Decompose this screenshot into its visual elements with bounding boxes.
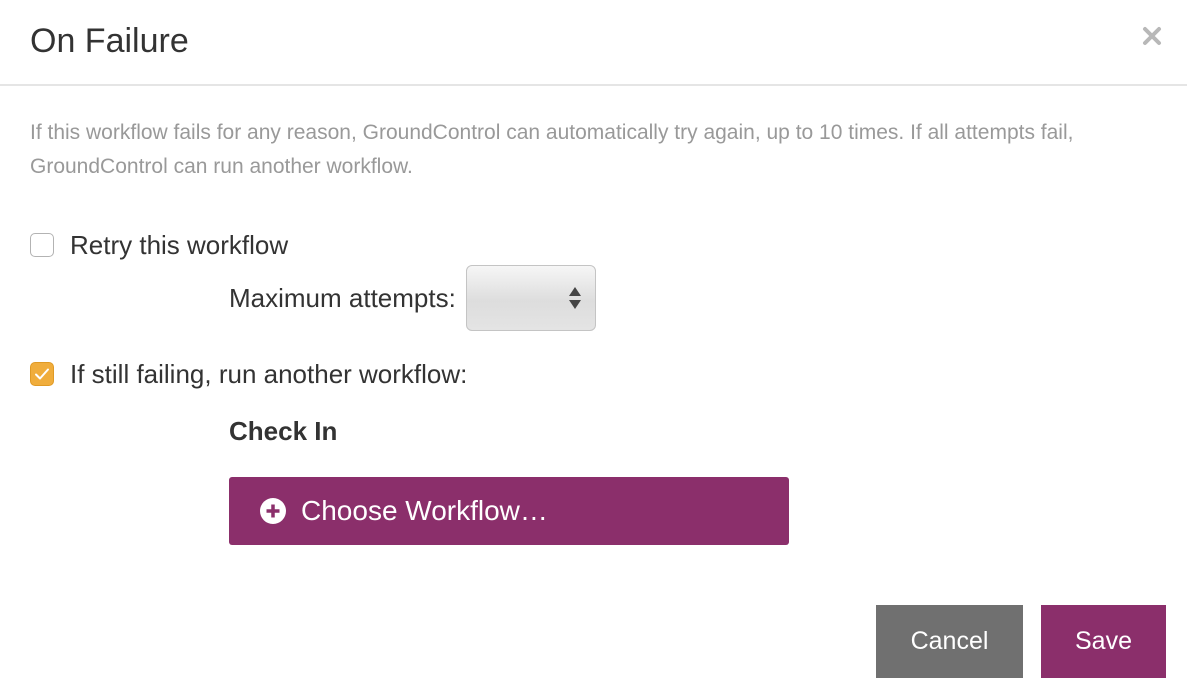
cancel-button[interactable]: Cancel	[876, 605, 1023, 678]
close-icon	[1143, 27, 1161, 45]
stepper-arrows-icon	[568, 287, 581, 309]
choose-workflow-label: Choose Workflow…	[301, 495, 548, 526]
fallback-checkbox[interactable]	[30, 362, 54, 386]
max-attempts-select[interactable]	[465, 265, 596, 331]
retry-checkbox[interactable]	[30, 233, 54, 257]
fallback-label: If still failing, run another workflow:	[70, 359, 468, 389]
plus-circle-icon	[259, 497, 287, 525]
dialog-description: If this workflow fails for any reason, G…	[30, 121, 1074, 178]
retry-label: Retry this workflow	[70, 230, 289, 260]
checkmark-icon	[35, 368, 49, 380]
choose-workflow-button[interactable]: Choose Workflow…	[229, 477, 789, 545]
close-button[interactable]	[1138, 22, 1166, 50]
retry-checkbox-row[interactable]: Retry this workflow	[30, 228, 288, 262]
dialog-header: On Failure	[0, 0, 1187, 86]
selected-workflow-name: Check In	[229, 416, 338, 446]
max-attempts-label: Maximum attempts:	[229, 282, 456, 313]
dialog-title: On Failure	[30, 22, 189, 60]
max-attempts-row: Maximum attempts:	[229, 265, 596, 331]
fallback-checkbox-row[interactable]: If still failing, run another workflow:	[30, 357, 467, 391]
save-button[interactable]: Save	[1041, 605, 1166, 678]
on-failure-dialog: On Failure If this workflow fails for an…	[0, 0, 1187, 699]
